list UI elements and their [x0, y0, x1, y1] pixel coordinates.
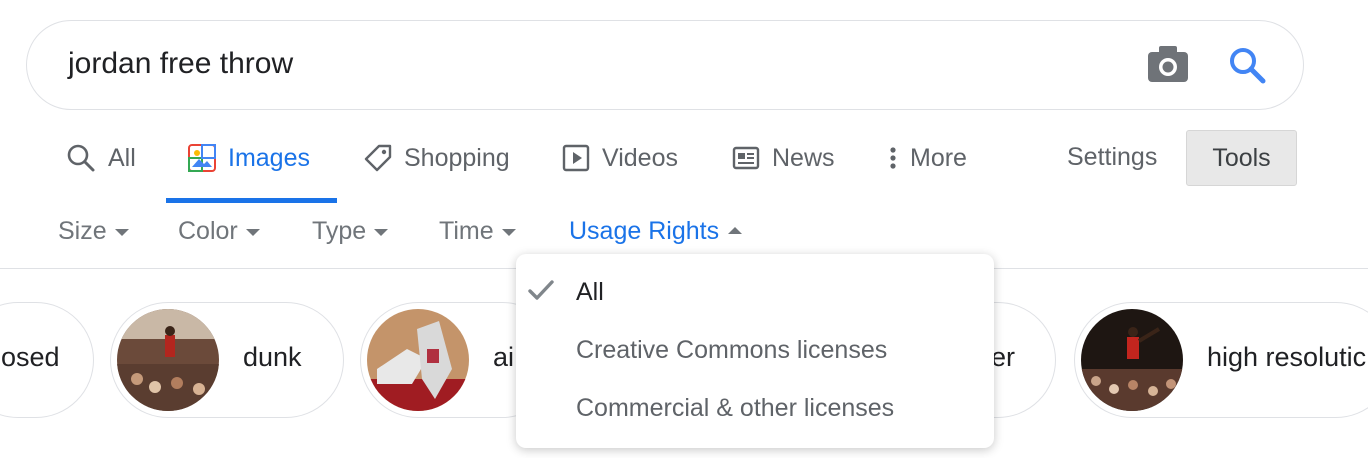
newspaper-icon	[732, 146, 760, 170]
check-icon	[528, 280, 554, 300]
caret-down-icon	[245, 228, 260, 236]
search-input[interactable]: jordan free throw	[68, 47, 293, 81]
caret-up-icon	[728, 226, 743, 234]
chip-label: ai	[493, 342, 515, 372]
tab-label: Images	[228, 143, 310, 172]
search-box[interactable]: jordan free throw	[26, 20, 1304, 110]
tab-all[interactable]: All	[66, 138, 136, 178]
filter-label: Type	[312, 216, 367, 245]
menu-item-creative-commons[interactable]: Creative Commons licenses	[576, 336, 887, 365]
tab-videos[interactable]: Videos	[562, 138, 678, 178]
vertical-dots-icon	[890, 147, 896, 169]
menu-item-all[interactable]: All	[576, 278, 604, 307]
search-icon	[67, 144, 95, 172]
related-chip[interactable]: dunk	[110, 302, 344, 418]
related-chip[interactable]: osed	[0, 302, 94, 418]
usage-rights-menu: All Creative Commons licenses Commercial…	[516, 254, 994, 448]
caret-down-icon	[114, 228, 129, 236]
filter-label: Color	[178, 216, 238, 245]
filter-size[interactable]: Size	[58, 214, 129, 248]
tab-label: More	[910, 143, 967, 172]
tab-shopping[interactable]: Shopping	[364, 138, 510, 178]
related-chip[interactable]: high resolutic	[1074, 302, 1368, 418]
image-icon	[188, 144, 216, 172]
settings-link[interactable]: Settings	[1067, 143, 1157, 172]
chip-label: er	[991, 342, 1016, 372]
tab-label: News	[772, 143, 835, 172]
tab-more[interactable]: More	[886, 138, 967, 178]
tab-news[interactable]: News	[732, 138, 835, 178]
filter-color[interactable]: Color	[178, 214, 260, 248]
magnifier-icon[interactable]	[1227, 45, 1267, 85]
active-tab-indicator	[166, 198, 337, 203]
tab-label: Videos	[602, 143, 678, 172]
tab-label: All	[108, 143, 136, 172]
tools-button[interactable]: Tools	[1186, 130, 1297, 186]
chip-thumbnail	[367, 309, 469, 411]
filter-usage-rights[interactable]: Usage Rights	[569, 214, 743, 248]
tag-icon	[364, 144, 392, 172]
camera-icon[interactable]	[1147, 45, 1189, 83]
play-icon	[562, 144, 590, 172]
filter-label: Usage Rights	[569, 216, 720, 245]
chip-thumbnail	[117, 309, 219, 411]
filter-label: Size	[58, 216, 107, 245]
chip-thumbnail	[1081, 309, 1183, 411]
chip-label: dunk	[243, 342, 302, 372]
chip-label: high resolutic	[1207, 342, 1367, 372]
tab-label: Shopping	[404, 143, 510, 172]
filter-time[interactable]: Time	[439, 214, 516, 248]
caret-down-icon	[374, 228, 389, 236]
caret-down-icon	[501, 228, 516, 236]
chip-label: osed	[1, 342, 60, 372]
menu-item-commercial[interactable]: Commercial & other licenses	[576, 394, 894, 423]
tab-images[interactable]: Images	[188, 138, 310, 178]
filter-label: Time	[439, 216, 494, 245]
filter-type[interactable]: Type	[312, 214, 389, 248]
